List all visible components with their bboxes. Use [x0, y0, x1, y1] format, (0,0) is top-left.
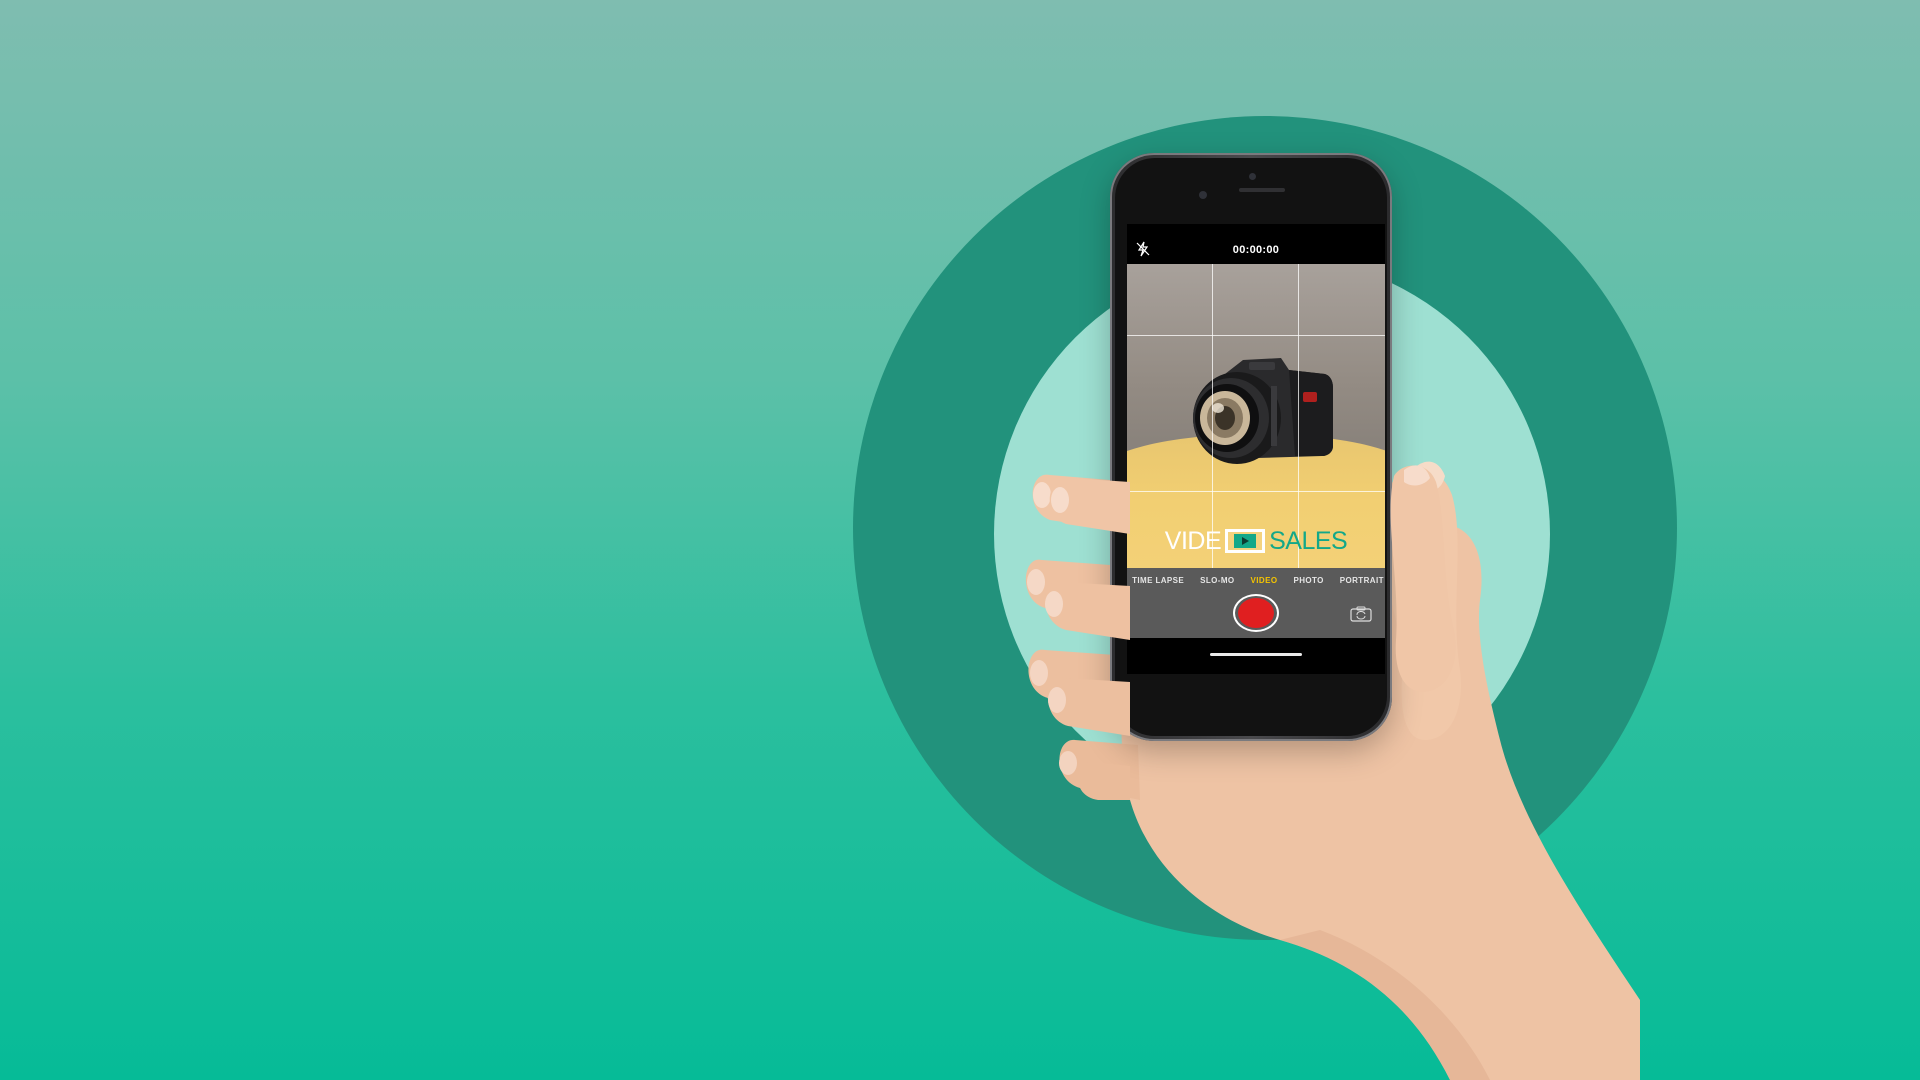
videosales-logo: VIDE SALES: [1127, 524, 1385, 558]
camera-controls: TIME LAPSE SLO-MO VIDEO PHOTO PORTRAIT: [1127, 568, 1385, 638]
camera-flip-icon[interactable]: [1350, 606, 1372, 622]
mode-portrait[interactable]: PORTRAIT: [1340, 576, 1384, 585]
record-icon: [1238, 598, 1274, 628]
mode-slo-mo[interactable]: SLO-MO: [1200, 576, 1234, 585]
grid-line: [1298, 264, 1299, 568]
recording-timer: 00:00:00: [1232, 244, 1280, 256]
camera-screen: 00:00:00 VIDE SALES TIME LAPSE SLO-MO VI…: [1127, 224, 1385, 674]
logo-text-left: VIDE: [1164, 526, 1222, 555]
grid-line: [1212, 264, 1213, 568]
dslr-camera-image: [1193, 358, 1333, 464]
mode-time-lapse[interactable]: TIME LAPSE: [1132, 576, 1184, 585]
smartphone: 00:00:00 VIDE SALES TIME LAPSE SLO-MO VI…: [1110, 153, 1392, 741]
play-icon: [1225, 529, 1266, 553]
mode-video[interactable]: VIDEO: [1251, 576, 1278, 585]
proximity-sensor: [1199, 191, 1207, 199]
home-indicator: [1210, 653, 1302, 656]
mode-photo[interactable]: PHOTO: [1293, 576, 1323, 585]
phone-bezel: 00:00:00 VIDE SALES TIME LAPSE SLO-MO VI…: [1115, 158, 1387, 736]
grid-line: [1127, 491, 1385, 492]
grid-line: [1127, 335, 1385, 336]
viewfinder[interactable]: VIDE SALES: [1127, 264, 1385, 568]
logo-text-right: SALES: [1269, 526, 1348, 555]
record-button[interactable]: [1233, 594, 1279, 632]
mode-selector: TIME LAPSE SLO-MO VIDEO PHOTO PORTRAIT: [1127, 576, 1385, 585]
earpiece-speaker: [1239, 188, 1285, 192]
camera-top-bar: 00:00:00: [1127, 224, 1385, 264]
front-camera-icon: [1249, 173, 1256, 180]
